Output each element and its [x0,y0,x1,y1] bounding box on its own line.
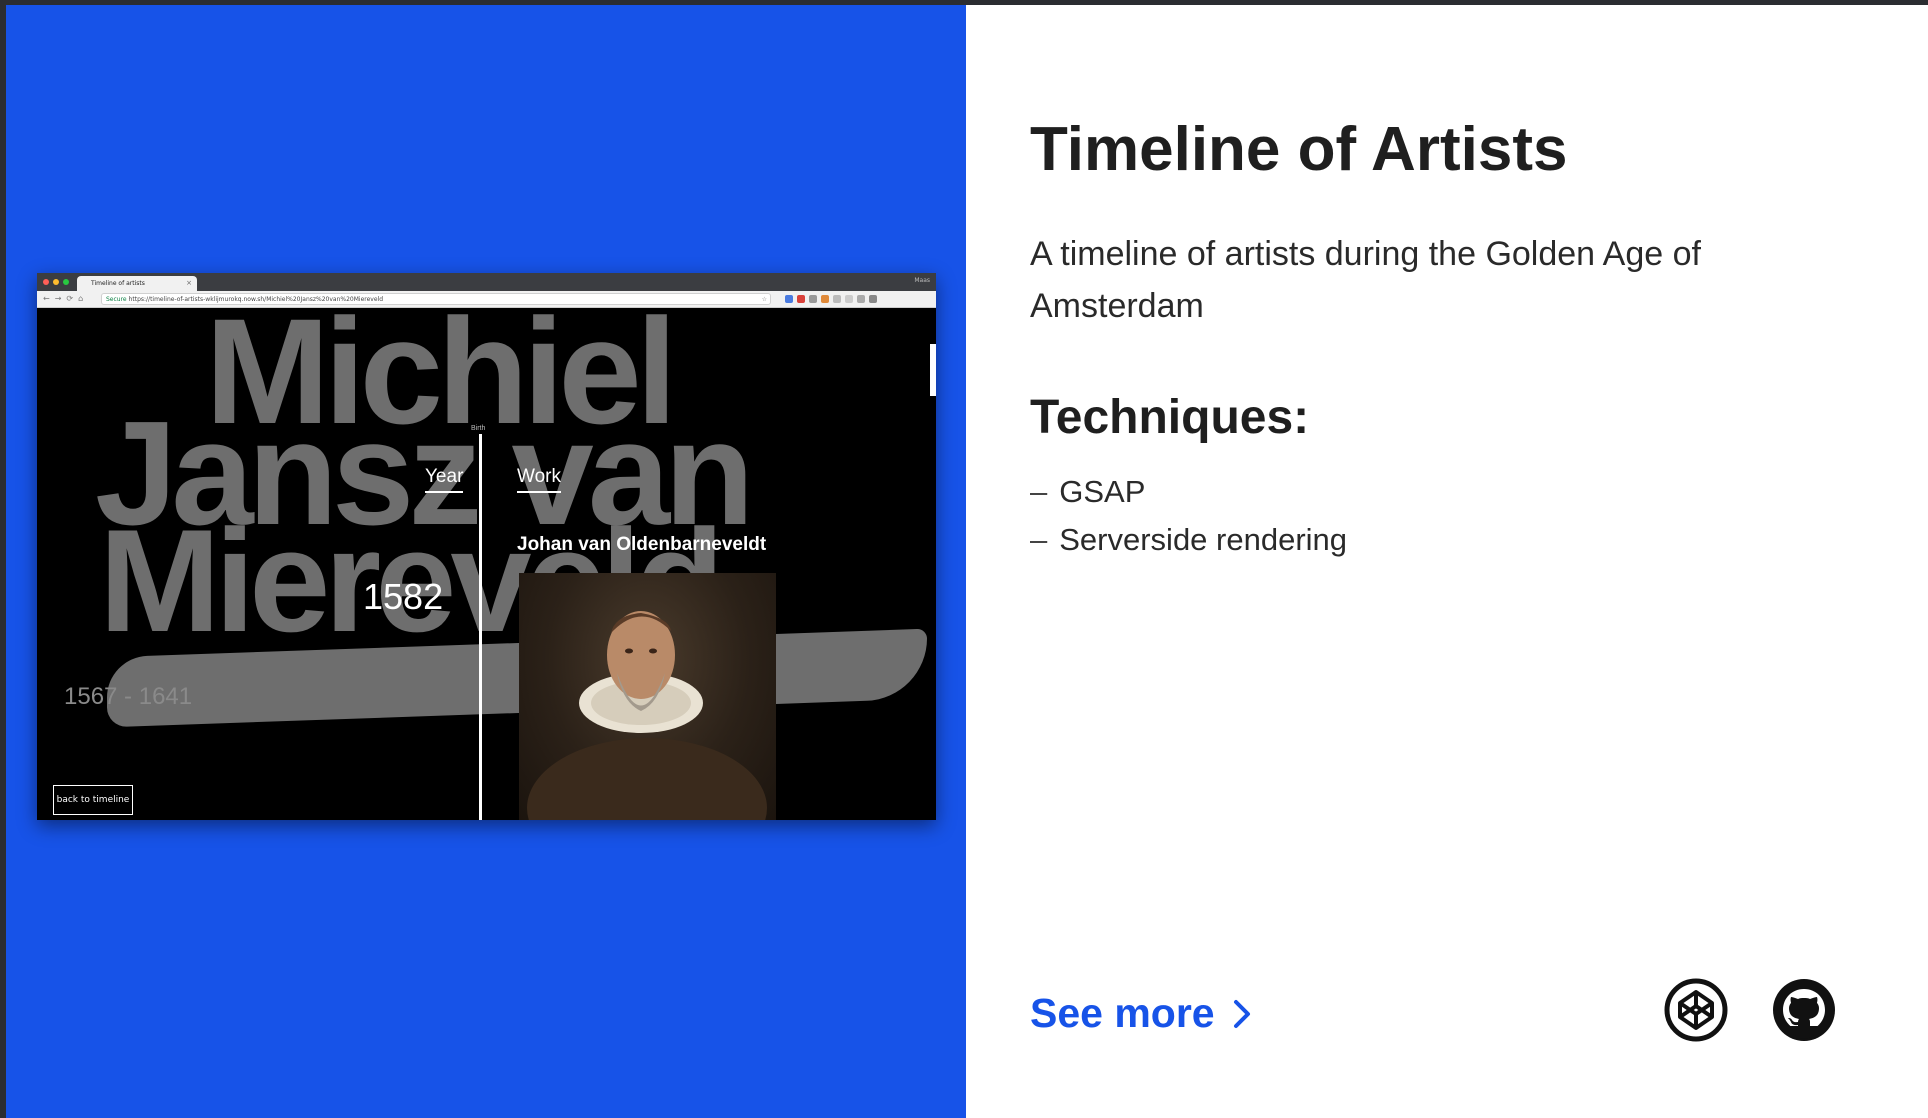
extension-icon [833,295,841,303]
home-icon: ⌂ [78,294,84,303]
tab-close-icon: × [186,279,192,287]
back-arrow-icon: ← [43,294,50,303]
browser-nav: ← → ⟳ ⌂ [43,294,83,303]
close-window-icon [43,279,49,285]
project-screenshot: Timeline of artists × Maas ← → ⟳ ⌂ Secur… [37,273,936,820]
github-icon[interactable] [1772,978,1836,1042]
reload-icon: ⟳ [66,294,74,303]
timeline-line [479,434,482,820]
window-controls [43,279,69,285]
maximize-window-icon [63,279,69,285]
work-title: Johan van Oldenbarneveldt [517,534,767,555]
url-field: Secure https://timeline-of-artists-wklij… [101,293,771,305]
extension-icon [797,295,805,303]
artist-page-viewport: Michiel Jansz van Miereveld Birth Year W… [37,308,936,820]
browser-tab: Timeline of artists × [77,276,197,291]
minimize-window-icon [53,279,59,285]
extension-icon [845,295,853,303]
extension-icon [821,295,829,303]
dash-icon: – [1030,522,1048,557]
see-more-link[interactable]: See more [1030,990,1255,1037]
birth-label: Birth [471,425,486,432]
portrait-image [527,611,767,820]
techniques-list: – GSAP – Serverside rendering [1030,472,1347,568]
window-profile-label: Maas [914,277,930,284]
scrollbar[interactable] [930,344,936,396]
browser-address-bar: ← → ⟳ ⌂ Secure https://timeline-of-artis… [37,291,936,308]
secure-label: Secure [106,296,127,303]
project-description: A timeline of artists during the Golden … [1030,235,1701,325]
artist-life-years: 1567 - 1641 [64,683,193,710]
url-text: https://timeline-of-artists-wklijmurokq.… [128,296,384,303]
browser-tab-strip: Timeline of artists × Maas [37,273,936,291]
technique-label: Serverside rendering [1059,522,1348,557]
chevron-right-icon [1233,999,1250,1028]
project-title: Timeline of Artists [1030,115,1568,184]
see-more-label: See more [1030,990,1215,1036]
bookmark-star-icon: ☆ [761,296,767,303]
portrait-painting [519,573,776,820]
extension-icons [785,295,877,303]
work-column-label: Work [517,466,561,493]
techniques-heading: Techniques: [1030,391,1310,444]
year-column-label: Year [425,466,464,493]
browser-tab-title: Timeline of artists [91,280,145,287]
extension-icon [785,295,793,303]
extension-icon [809,295,817,303]
extension-icon [857,295,865,303]
work-year: 1582 [363,576,444,617]
project-card: Timeline of artists × Maas ← → ⟳ ⌂ Secur… [6,5,1928,1118]
back-to-timeline-button: back to timeline [53,785,133,815]
technique-item: – GSAP [1030,472,1347,520]
preview-panel: Timeline of artists × Maas ← → ⟳ ⌂ Secur… [6,5,966,1118]
technique-item: – Serverside rendering [1030,520,1347,568]
dash-icon: – [1030,474,1048,509]
browser-menu-icon [869,295,877,303]
technique-label: GSAP [1059,474,1146,509]
codepen-icon[interactable] [1664,978,1728,1042]
forward-arrow-icon: → [54,294,62,303]
